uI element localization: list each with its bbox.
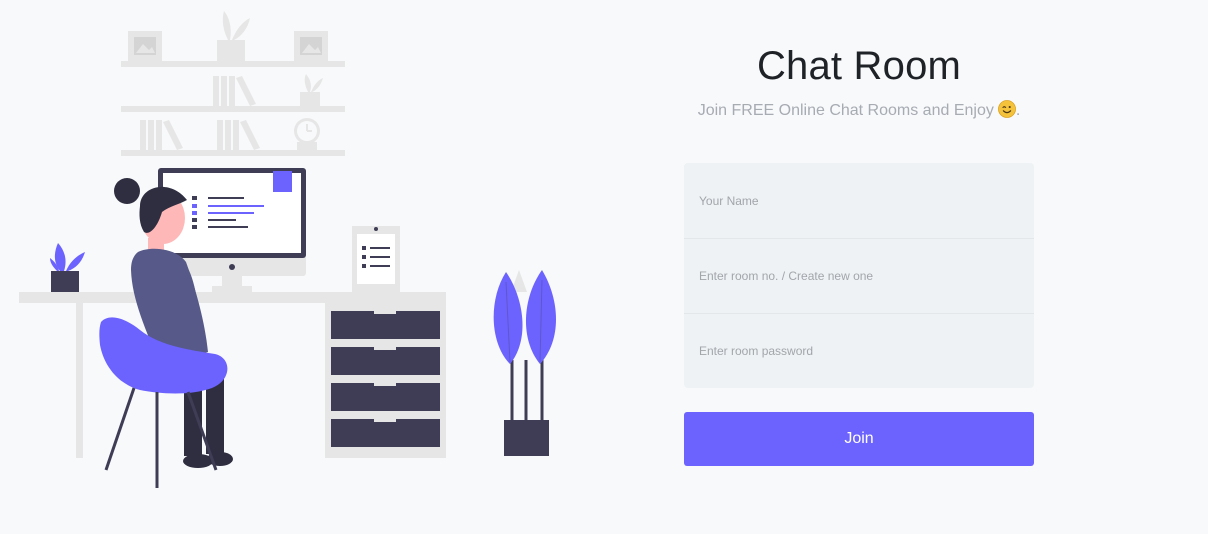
bookshelf — [121, 11, 345, 156]
room-number-input[interactable] — [684, 238, 1034, 313]
desk-plant — [50, 243, 85, 292]
floor-plant — [493, 270, 556, 456]
winking-face-icon — [997, 100, 1016, 118]
page-title: Chat Room — [756, 44, 962, 88]
chat-room-page: Chat Room Join FREE Online Chat Rooms an… — [0, 0, 1208, 534]
page-subtitle: Join FREE Online Chat Rooms and Enjoy. — [574, 100, 1144, 120]
workspace-illustration — [19, 11, 556, 488]
subtitle-text: Join FREE Online Chat Rooms and Enjoy — [697, 102, 994, 119]
join-form — [684, 163, 1034, 388]
name-input[interactable] — [684, 163, 1034, 238]
desk — [19, 292, 446, 458]
document-stand — [352, 226, 400, 292]
join-button[interactable]: Join — [684, 412, 1034, 466]
subtitle-period: . — [1015, 102, 1021, 119]
room-password-input[interactable] — [684, 313, 1034, 388]
